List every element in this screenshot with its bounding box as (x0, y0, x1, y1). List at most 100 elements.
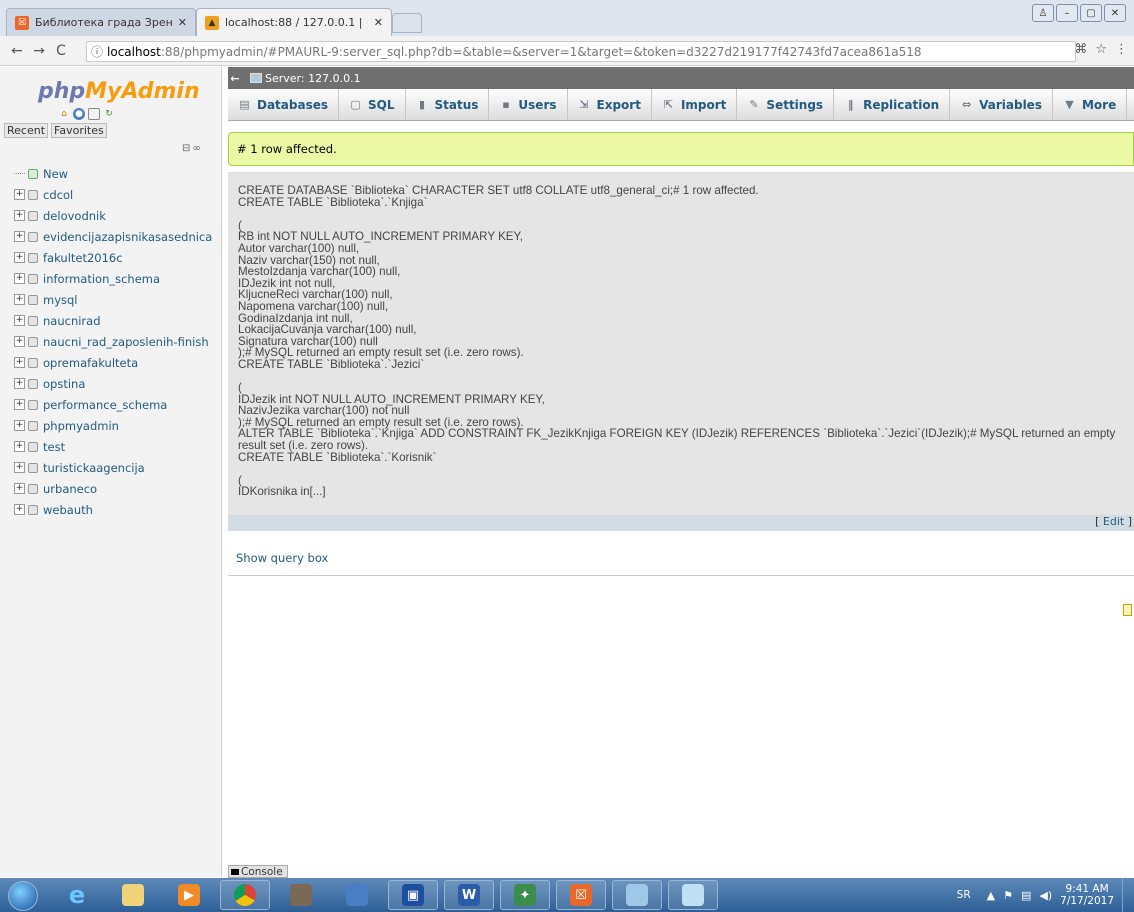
show-query-box-link[interactable]: Show query box (236, 551, 328, 565)
taskbar-app[interactable]: ✦ (500, 880, 550, 910)
reload-icon[interactable]: C (50, 43, 72, 59)
taskbar-paint[interactable] (612, 880, 662, 910)
forward-icon[interactable]: → (28, 43, 50, 59)
tree-item-database[interactable]: + naucnirad (2, 310, 220, 331)
tree-item-database[interactable]: + naucni_rad_zaposlenih-finish (2, 331, 220, 352)
expand-icon[interactable]: + (14, 378, 25, 389)
info-icon[interactable]: ⓘ (91, 43, 103, 60)
window-controls: ♙ – ▢ ✕ (1032, 4, 1126, 22)
close-icon[interactable]: ✕ (178, 16, 187, 29)
expand-icon[interactable]: + (14, 399, 25, 410)
taskbar-window[interactable] (668, 880, 718, 910)
back-icon[interactable]: ← (6, 43, 28, 59)
expand-icon[interactable]: + (14, 420, 25, 431)
tree-item-database[interactable]: + delovodnik (2, 205, 220, 226)
bookmark-star-icon[interactable]: ☆ (1095, 42, 1107, 57)
tree-item-new[interactable]: New (2, 163, 220, 184)
database-icon (28, 294, 38, 305)
menu-settings[interactable]: ✎ Settings (737, 89, 835, 120)
expand-icon[interactable]: + (14, 357, 25, 368)
expand-icon[interactable]: + (14, 273, 25, 284)
maximize-icon[interactable]: ▢ (1080, 4, 1102, 22)
collapse-nav-icon[interactable]: ← (228, 72, 242, 85)
user-icon[interactable]: ♙ (1032, 4, 1054, 22)
menu-users[interactable]: ▪ Users (489, 89, 568, 120)
menu-databases[interactable]: ▤ Databases (228, 89, 340, 120)
link-icon[interactable]: ∞ (192, 143, 200, 154)
menu-sql[interactable]: ▢ SQL (339, 89, 406, 120)
url-host: localhost (107, 44, 161, 59)
home-icon[interactable]: ⌂ (58, 108, 70, 120)
taskbar-xampp[interactable]: ☒ (556, 880, 606, 910)
menu-export[interactable]: ⇲ Export (568, 89, 652, 120)
menu-icon[interactable]: ⋮ (1115, 42, 1128, 57)
expand-icon[interactable]: + (14, 315, 25, 326)
menu-status[interactable]: ▮ Status (406, 89, 490, 120)
taskbar-word[interactable]: W (444, 880, 494, 910)
tree-item-database[interactable]: + fakultet2016c (2, 247, 220, 268)
taskbar-save-app[interactable]: ▣ (388, 880, 438, 910)
tree-item-database[interactable]: + mysql (2, 289, 220, 310)
volume-icon[interactable]: ◀) (1039, 889, 1052, 902)
tree-item-database[interactable]: + evidencijazapisnikasasednica (2, 226, 220, 247)
start-button[interactable] (8, 881, 38, 911)
database-icon (28, 315, 38, 326)
expand-icon[interactable]: + (14, 462, 25, 473)
tree-item-database[interactable]: + turistickaagencija (2, 457, 220, 478)
menu-variables[interactable]: ⇔ Variables (950, 89, 1053, 120)
language-indicator[interactable]: SR (957, 889, 971, 901)
expand-icon[interactable]: + (14, 210, 25, 221)
network-tray-icon[interactable]: ▤ (1021, 889, 1031, 902)
page-settings-icon[interactable] (1123, 604, 1132, 616)
expand-icon[interactable]: + (14, 441, 25, 452)
tree-item-database[interactable]: + opremafakulteta (2, 352, 220, 373)
tree-item-database[interactable]: + cdcol (2, 184, 220, 205)
new-tab-button[interactable] (392, 13, 422, 33)
phpmyadmin-logo[interactable]: phpMyAdmin (38, 79, 200, 104)
flag-icon[interactable]: ⚑ (1003, 889, 1013, 902)
taskbar-gimp[interactable] (276, 880, 326, 910)
taskbar-chrome[interactable] (220, 880, 270, 910)
expand-icon[interactable]: + (14, 483, 25, 494)
tree-item-database[interactable]: + performance_schema (2, 394, 220, 415)
browser-tab-library[interactable]: ☒ Библиотека града Зрен ✕ (6, 8, 196, 36)
recent-tab[interactable]: Recent (4, 123, 49, 138)
minimize-icon[interactable]: – (1056, 4, 1078, 22)
expand-icon[interactable]: + (14, 189, 25, 200)
tree-item-database[interactable]: + urbaneco (2, 478, 220, 499)
tree-item-database[interactable]: + information_schema (2, 268, 220, 289)
close-icon[interactable]: ✕ (374, 16, 383, 29)
taskbar-media-player[interactable]: ▶ (164, 880, 214, 910)
tree-item-database[interactable]: + phpmyadmin (2, 415, 220, 436)
taskbar-ie[interactable]: e (52, 880, 102, 910)
docs-icon[interactable] (88, 108, 100, 120)
server-label[interactable]: Server: 127.0.0.1 (265, 72, 361, 85)
database-tree: New + cdcol + delovodnik + evidencijazapisnik… (2, 163, 220, 520)
reload-nav-icon[interactable]: ↻ (103, 108, 115, 120)
menu-more[interactable]: ▼ More (1053, 89, 1128, 120)
tray-expand-icon[interactable]: ▲ (987, 889, 995, 902)
clock[interactable]: 9:41 AM 7/17/2017 (1060, 883, 1114, 907)
expand-icon[interactable]: + (14, 336, 25, 347)
expand-icon[interactable]: + (14, 231, 25, 242)
expand-icon[interactable]: + (14, 294, 25, 305)
expand-icon[interactable]: + (14, 504, 25, 515)
expand-icon[interactable]: + (14, 252, 25, 263)
browser-tab-phpmyadmin[interactable]: ▲ localhost:88 / 127.0.0.1 | ✕ (196, 8, 392, 36)
menu-replication[interactable]: ‖ Replication (834, 89, 951, 120)
edit-link[interactable]: Edit (1103, 515, 1124, 528)
console-toggle[interactable]: Console (228, 865, 288, 878)
tree-item-database[interactable]: + test (2, 436, 220, 457)
collapse-all-icon[interactable]: ⊟ (182, 143, 190, 154)
tree-item-database[interactable]: + opstina (2, 373, 220, 394)
address-bar[interactable]: ⓘ localhost:88/phpmyadmin/#PMAURL-9:serv… (86, 41, 1076, 62)
taskbar-network[interactable] (332, 880, 382, 910)
tree-item-database[interactable]: + webauth (2, 499, 220, 520)
menu-import[interactable]: ⇱ Import (652, 89, 738, 120)
favorites-tab[interactable]: Favorites (51, 123, 107, 138)
taskbar-explorer[interactable] (108, 880, 158, 910)
logout-icon[interactable]: ● (73, 108, 85, 120)
translate-icon[interactable]: ⌘ (1074, 42, 1087, 57)
show-desktop-button[interactable] (1122, 878, 1134, 912)
close-window-icon[interactable]: ✕ (1104, 4, 1126, 22)
